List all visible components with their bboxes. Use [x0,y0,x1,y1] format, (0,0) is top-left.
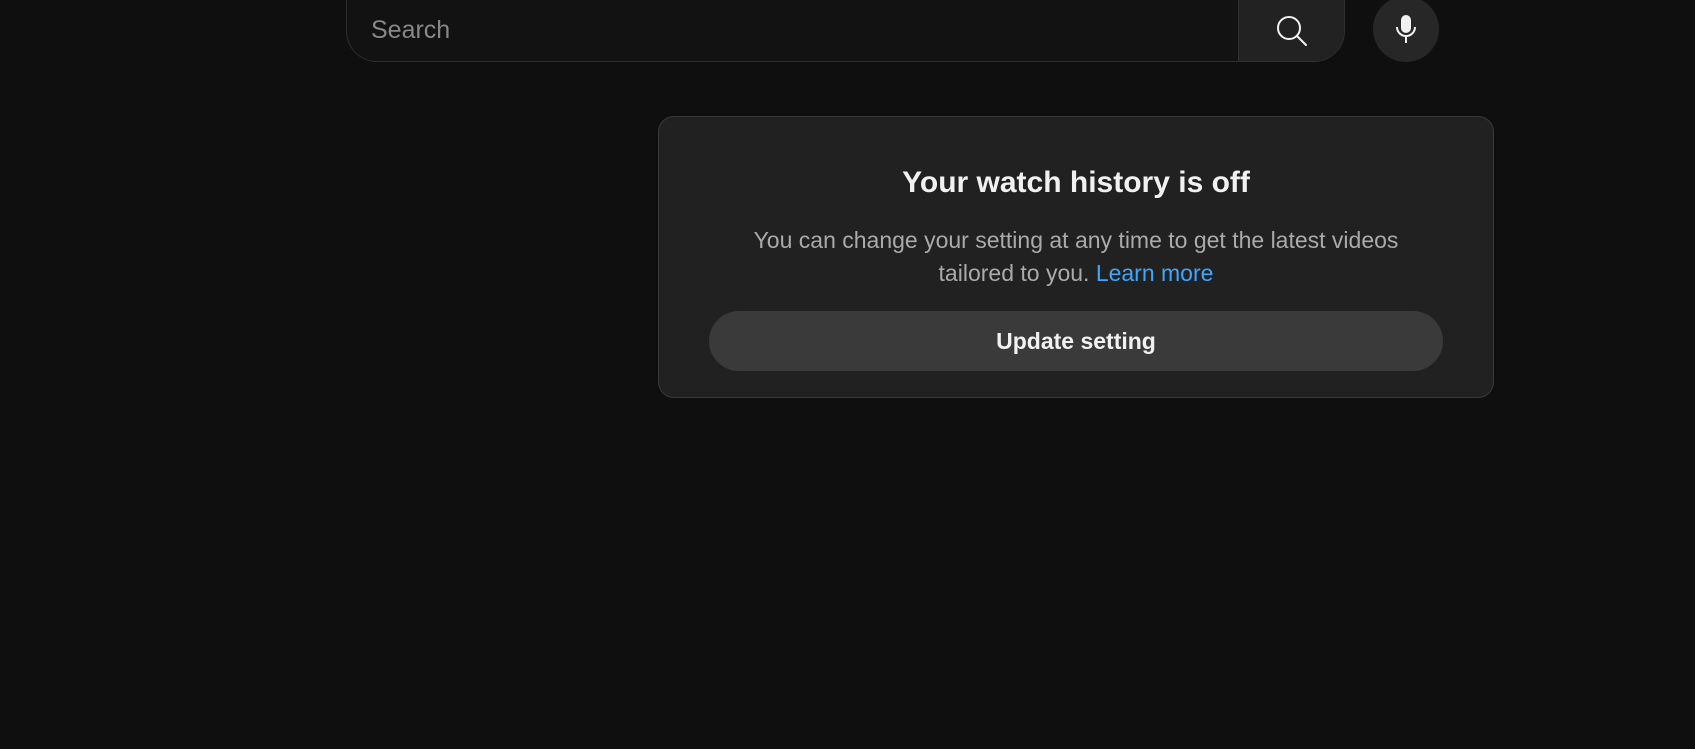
update-setting-button[interactable]: Update setting [709,311,1443,371]
learn-more-link[interactable]: Learn more [1096,260,1214,286]
voice-search-button[interactable] [1373,0,1439,62]
search-form [346,0,1345,62]
card-description-text: You can change your setting at any time … [753,227,1399,286]
microphone-icon [1396,15,1416,43]
card-description: You can change your setting at any time … [719,224,1433,290]
card-title: Your watch history is off [902,166,1250,199]
search-icon [1276,15,1307,46]
search-input[interactable] [347,0,1238,61]
page: Your watch history is off You can change… [0,0,1695,749]
search-button[interactable] [1238,0,1344,61]
watch-history-card: Your watch history is off You can change… [658,116,1494,398]
